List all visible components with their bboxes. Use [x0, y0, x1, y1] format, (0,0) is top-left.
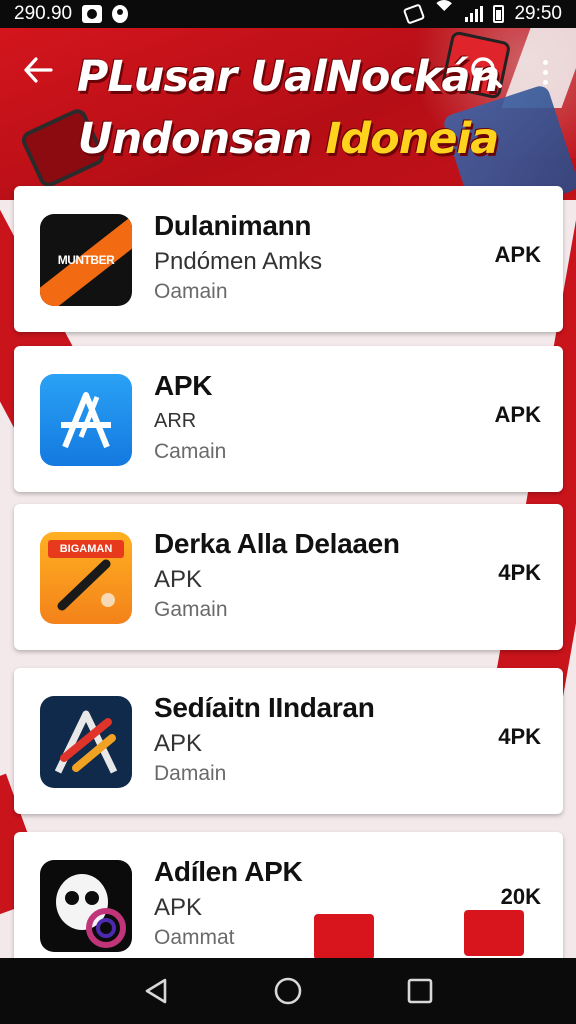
app-icon-pencil-a [40, 696, 132, 788]
app-category: Oamain [154, 280, 228, 303]
app-card[interactable]: APK ARR Camain APK [14, 346, 563, 492]
back-arrow-icon [24, 57, 53, 83]
app-icon-label: BIGAMAN [48, 540, 124, 558]
nav-home-button[interactable] [264, 967, 312, 1015]
title-line-2-accent: Idoneia [325, 114, 499, 164]
app-category: Camain [154, 440, 227, 463]
nav-home-icon [274, 977, 302, 1005]
wifi-icon [433, 0, 456, 22]
app-subtitle: APK [154, 730, 203, 757]
app-name: Derka Alla Delaaen [154, 528, 400, 559]
more-vert-icon [542, 59, 548, 65]
app-store-a-icon [61, 392, 111, 449]
apk-badge[interactable]: APK [495, 402, 541, 428]
status-time-left: 290.90 [14, 3, 73, 24]
battery-icon [493, 5, 505, 23]
apk-badge[interactable]: 4PK [498, 560, 541, 586]
app-card[interactable]: MUNTBER Dulanimann Pndómen Amks Oamain A… [14, 186, 563, 332]
signal-icon [465, 6, 484, 22]
pencil-a-icon [54, 710, 118, 774]
status-time-right: 29:50 [514, 3, 562, 24]
status-bar: 290.90 29:50 [0, 0, 576, 28]
more-options-button[interactable] [530, 50, 560, 94]
app-card[interactable]: Sedíaitn IIndaran APK Damain 4PK [14, 668, 563, 814]
app-subtitle: APK [154, 566, 203, 593]
app-category: Damain [154, 762, 227, 785]
apk-badge[interactable]: APK [495, 242, 541, 268]
app-category: Gamain [154, 598, 228, 621]
shopping-bag-icon [464, 910, 524, 956]
nav-back-icon [145, 978, 167, 1004]
header-banner: PLusar UalNockán Undonsan Idoneia [0, 28, 576, 200]
app-icon-pen: BIGAMAN [40, 532, 132, 624]
nav-recents-button[interactable] [396, 967, 444, 1015]
skull-icon [56, 874, 126, 948]
screenshot-icon [82, 5, 103, 23]
apk-badge[interactable]: 20K [501, 884, 541, 910]
app-icon-blue-a [40, 374, 132, 466]
nav-back-button[interactable] [132, 967, 180, 1015]
title-line-1: PLusar UalNockán [76, 52, 500, 102]
search-icon [471, 57, 502, 88]
navigation-bar [0, 958, 576, 1024]
app-card[interactable]: BIGAMAN Derka Alla Delaaen APK Gamain 4P… [14, 504, 563, 650]
app-icon-label: MUNTBER [57, 253, 115, 267]
title-line-2-main: Undonsan [77, 114, 326, 164]
search-button[interactable] [464, 50, 508, 94]
nav-recents-icon [407, 978, 433, 1004]
app-subtitle: Pndómen Amks [154, 248, 323, 275]
app-name: Sedíaitn IIndaran [154, 692, 375, 723]
back-button[interactable] [18, 50, 58, 90]
app-category: Oammat [154, 926, 235, 949]
app-subtitle: ARR [154, 410, 197, 432]
vibrate-icon [403, 3, 426, 25]
app-icon-orange-sash: MUNTBER [40, 214, 132, 306]
apk-badge[interactable]: 4PK [498, 724, 541, 750]
location-icon [112, 5, 129, 23]
app-icon-skull [40, 860, 132, 952]
app-name: APK [154, 370, 213, 401]
app-name: Dulanimann [154, 210, 312, 241]
app-name: Adílen APK [154, 856, 303, 887]
app-subtitle: APK [154, 894, 203, 921]
shopping-bag-icon [314, 914, 374, 960]
title-line-2: Undonsan Idoneia [0, 108, 576, 170]
